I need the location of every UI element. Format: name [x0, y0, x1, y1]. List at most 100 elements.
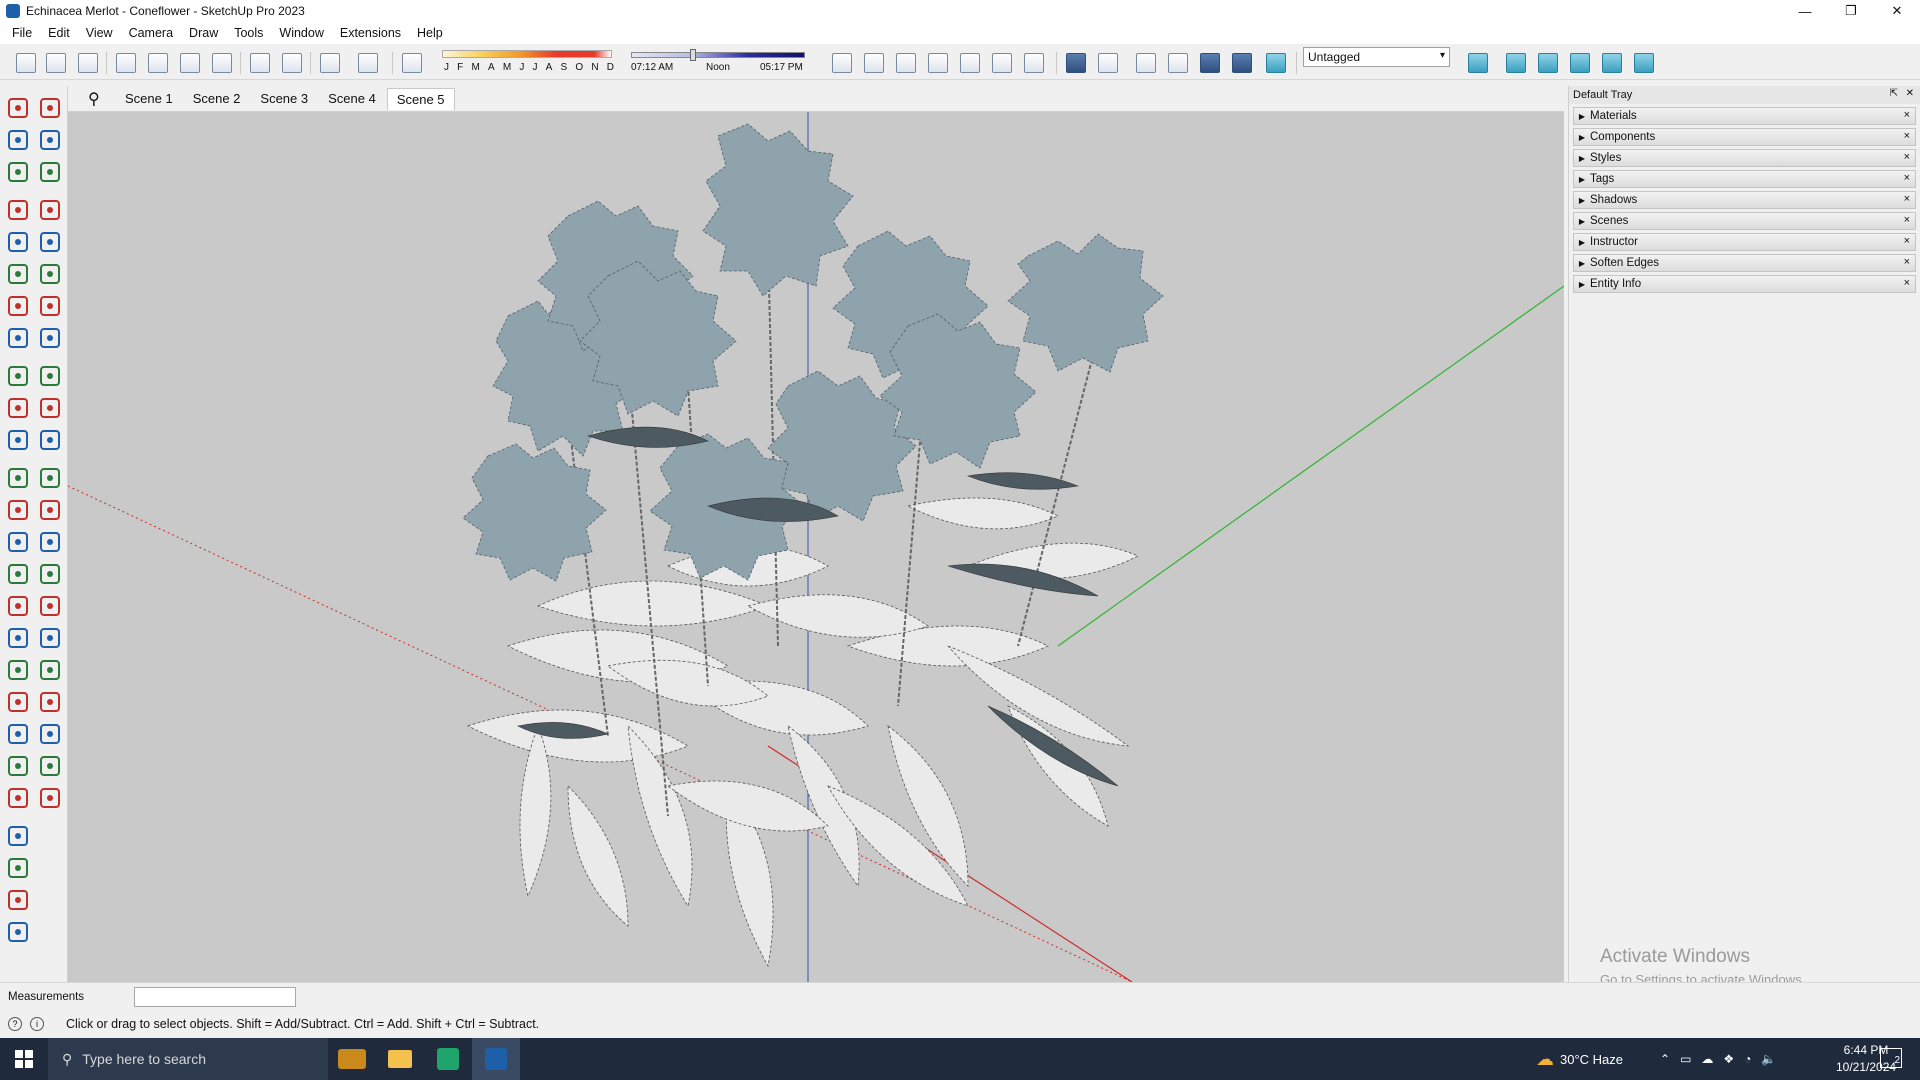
info-icon[interactable]: i: [30, 1017, 44, 1031]
eraser-alt-icon[interactable]: [38, 160, 62, 184]
section-display-icon[interactable]: [1634, 53, 1654, 73]
two-point-arc-icon[interactable]: [38, 294, 62, 318]
app-3-icon[interactable]: [424, 1038, 472, 1080]
tab-scene-4[interactable]: Scene 4: [319, 88, 385, 109]
tray-panel-entity-info[interactable]: ▶ Entity Info ×: [1573, 275, 1916, 293]
xray-icon[interactable]: [1066, 53, 1086, 73]
menu-window[interactable]: Window: [271, 26, 331, 40]
pie-icon[interactable]: [38, 326, 62, 350]
tag-tool-icon[interactable]: [6, 160, 30, 184]
notification-icon[interactable]: 2: [1880, 1048, 1902, 1068]
paint-bucket-icon[interactable]: [6, 128, 30, 152]
look-around-icon[interactable]: [6, 722, 30, 746]
hidden-line-icon[interactable]: [1168, 53, 1188, 73]
onedrive-icon[interactable]: ☁: [1701, 1052, 1713, 1066]
close-icon[interactable]: ×: [1904, 235, 1910, 247]
model-viewport[interactable]: [68, 86, 1564, 982]
bottom-view-icon[interactable]: [1024, 53, 1044, 73]
label-icon[interactable]: [38, 530, 62, 554]
dimension-icon[interactable]: [6, 498, 30, 522]
scale-icon[interactable]: [6, 428, 30, 452]
protractor-icon[interactable]: [38, 466, 62, 490]
menu-camera[interactable]: Camera: [121, 26, 181, 40]
close-icon[interactable]: ×: [1904, 193, 1910, 205]
orbit-icon[interactable]: [6, 594, 30, 618]
section-cuts-icon[interactable]: [1570, 53, 1590, 73]
menu-draw[interactable]: Draw: [181, 26, 226, 40]
eraser-icon[interactable]: [38, 128, 62, 152]
search-icon[interactable]: ⚲: [88, 89, 114, 109]
new-file-icon[interactable]: [16, 53, 36, 73]
sketchup-taskbar-icon[interactable]: [472, 1038, 520, 1080]
polygon-icon[interactable]: [38, 262, 62, 286]
close-icon[interactable]: ×: [1904, 214, 1910, 226]
dropbox-icon[interactable]: ❖: [1723, 1052, 1734, 1066]
tab-scene-1[interactable]: Scene 1: [116, 88, 182, 109]
pan-icon[interactable]: [38, 594, 62, 618]
tray-panel-styles[interactable]: ▶ Styles ×: [1573, 149, 1916, 167]
shadow-toggle-icon[interactable]: [402, 53, 422, 73]
network-icon[interactable]: ▭: [1680, 1052, 1691, 1066]
shaded-textures-icon[interactable]: [1232, 53, 1252, 73]
model-info-icon[interactable]: [358, 53, 378, 73]
text-icon[interactable]: [6, 530, 30, 554]
tab-scene-2[interactable]: Scene 2: [184, 88, 250, 109]
axes-icon[interactable]: [38, 498, 62, 522]
menu-tools[interactable]: Tools: [226, 26, 271, 40]
chevron-up-icon[interactable]: ⌃: [1660, 1052, 1670, 1066]
section-plane-icon[interactable]: [6, 562, 30, 586]
close-button[interactable]: ✕: [1874, 0, 1920, 22]
close-icon[interactable]: ✕: [1906, 88, 1914, 99]
rectangle-icon[interactable]: [6, 230, 30, 254]
tray-panel-scenes[interactable]: ▶ Scenes ×: [1573, 212, 1916, 230]
shadow-date-slider[interactable]: [442, 50, 612, 58]
push-pull-icon[interactable]: [38, 364, 62, 388]
rotate-icon[interactable]: [6, 396, 30, 420]
section-plane-icon[interactable]: [1538, 53, 1558, 73]
close-icon[interactable]: ×: [1904, 172, 1910, 184]
shadow-time-thumb[interactable]: [690, 49, 696, 61]
close-icon[interactable]: ×: [1904, 277, 1910, 289]
top-view-icon[interactable]: [864, 53, 884, 73]
active-tag-dropdown[interactable]: Untagged ▾: [1303, 47, 1450, 67]
redo-icon[interactable]: [282, 53, 302, 73]
tray-panel-materials[interactable]: ▶ Materials ×: [1573, 107, 1916, 125]
weather-widget[interactable]: ☁ 30°C Haze: [1536, 1038, 1623, 1080]
tray-panel-soften-edges[interactable]: ▶ Soften Edges ×: [1573, 254, 1916, 272]
lasso-select-icon[interactable]: [38, 96, 62, 120]
file-explorer-icon[interactable]: [376, 1038, 424, 1080]
ruler-icon[interactable]: [6, 920, 30, 944]
monochrome-icon[interactable]: [1266, 53, 1286, 73]
select-icon[interactable]: [6, 96, 30, 120]
circle-icon[interactable]: [6, 262, 30, 286]
tray-panel-tags[interactable]: ▶ Tags ×: [1573, 170, 1916, 188]
3d-text-icon[interactable]: [38, 562, 62, 586]
measurements-input[interactable]: [134, 987, 296, 1007]
previous-view-icon[interactable]: [38, 658, 62, 682]
rotated-rectangle-icon[interactable]: [38, 230, 62, 254]
line-icon[interactable]: [6, 198, 30, 222]
photo-icon[interactable]: [6, 824, 30, 848]
target-icon[interactable]: [6, 888, 30, 912]
section-alt-icon[interactable]: [38, 722, 62, 746]
funnel-icon[interactable]: [6, 856, 30, 880]
paste-icon[interactable]: [180, 53, 200, 73]
windows-start-icon[interactable]: [0, 1038, 48, 1080]
cut-icon[interactable]: [116, 53, 136, 73]
menu-file[interactable]: File: [4, 26, 40, 40]
arc-icon[interactable]: [6, 294, 30, 318]
menu-help[interactable]: Help: [409, 26, 451, 40]
offset-icon[interactable]: [38, 428, 62, 452]
volume-icon[interactable]: 🔈: [1761, 1052, 1776, 1066]
pin-icon[interactable]: ⇱: [1890, 88, 1898, 99]
zoom-icon[interactable]: [6, 626, 30, 650]
back-edges-icon[interactable]: [1098, 53, 1118, 73]
taskbar-search[interactable]: ⚲ Type here to search: [48, 1038, 328, 1080]
freehand-icon[interactable]: [38, 198, 62, 222]
warehouse-icon[interactable]: [6, 754, 30, 778]
coneflower-model[interactable]: [462, 123, 1164, 968]
close-icon[interactable]: ×: [1904, 151, 1910, 163]
wifi-icon[interactable]: ◔: [1744, 1052, 1751, 1066]
tape-measure-icon[interactable]: [6, 466, 30, 490]
close-icon[interactable]: ×: [1904, 109, 1910, 121]
